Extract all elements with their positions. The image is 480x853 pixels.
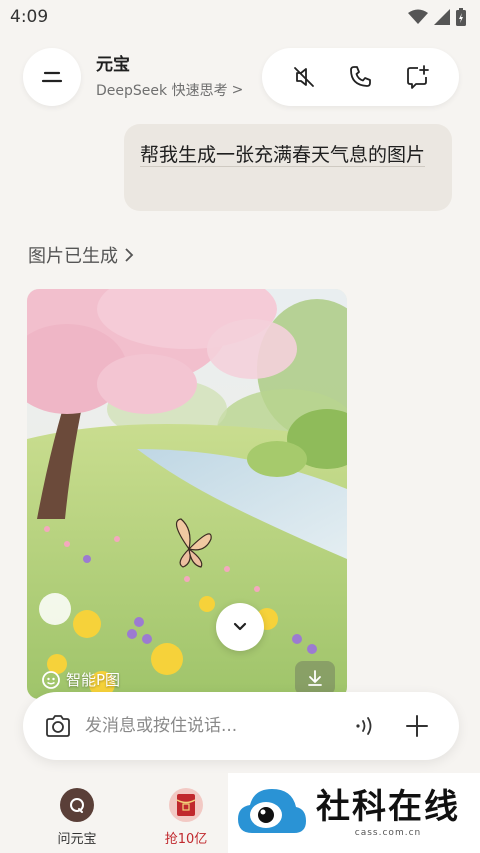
add-attachment-button[interactable] bbox=[401, 710, 433, 742]
new-chat-button[interactable] bbox=[401, 61, 433, 93]
message-input-bar bbox=[23, 692, 459, 760]
voice-wave-icon bbox=[356, 717, 372, 735]
red-envelope-icon bbox=[169, 788, 203, 822]
generated-label[interactable]: 图片已生成 bbox=[28, 242, 134, 268]
generated-image[interactable]: 智能P图 bbox=[27, 289, 347, 699]
camera-button[interactable] bbox=[41, 709, 75, 743]
signal-icon bbox=[434, 9, 450, 25]
assistant-name: 元宝 bbox=[96, 55, 130, 75]
download-icon bbox=[308, 670, 322, 686]
message-input[interactable] bbox=[85, 716, 335, 736]
smart-edit-badge[interactable]: 智能P图 bbox=[41, 669, 120, 690]
smart-edit-label: 智能P图 bbox=[66, 671, 121, 689]
user-message-text: 帮我生成一张充满春天气息的图片 bbox=[140, 144, 426, 167]
user-message-bubble[interactable]: 帮我生成一张充满春天气息的图片 bbox=[124, 124, 452, 211]
nav-item-grab-10b[interactable]: 抢10亿 bbox=[141, 788, 231, 847]
mute-button[interactable] bbox=[288, 61, 320, 93]
watermark-title: 社科在线 bbox=[316, 787, 460, 827]
plus-icon bbox=[406, 715, 428, 737]
spring-landscape-image bbox=[27, 289, 347, 699]
watermark: 社科在线 cass.com.cn bbox=[228, 773, 480, 853]
voice-button[interactable] bbox=[349, 710, 381, 742]
status-icons bbox=[408, 8, 466, 26]
chevron-right-icon bbox=[125, 248, 134, 262]
model-selector[interactable]: DeepSeek 快速思考 > bbox=[96, 80, 243, 100]
chevron-down-icon bbox=[233, 622, 247, 631]
status-time: 4:09 bbox=[10, 7, 49, 27]
watermark-subtitle: cass.com.cn bbox=[354, 828, 422, 838]
status-bar: 4:09 bbox=[0, 0, 480, 34]
watermark-text: 社科在线 cass.com.cn bbox=[316, 788, 460, 838]
menu-button[interactable] bbox=[23, 48, 81, 106]
smart-edit-icon bbox=[42, 670, 60, 689]
yuanbao-icon bbox=[60, 788, 94, 822]
call-button[interactable] bbox=[344, 61, 376, 93]
chat-header-info[interactable]: 元宝 DeepSeek 快速思考 > bbox=[96, 54, 243, 100]
generated-label-text: 图片已生成 bbox=[28, 246, 118, 267]
scroll-to-bottom-button[interactable] bbox=[216, 603, 264, 651]
header-actions bbox=[262, 48, 459, 106]
chevron-right-icon: > bbox=[231, 82, 244, 98]
camera-icon bbox=[46, 715, 70, 737]
battery-icon bbox=[456, 8, 466, 26]
cloud-eye-logo-icon bbox=[238, 789, 306, 833]
nav-item-label: 问元宝 bbox=[57, 832, 97, 847]
wifi-icon bbox=[408, 9, 428, 24]
download-button[interactable] bbox=[295, 661, 335, 695]
model-name: DeepSeek 快速思考 bbox=[96, 83, 228, 99]
new-chat-icon bbox=[406, 65, 429, 89]
phone-icon bbox=[350, 66, 372, 87]
speaker-muted-icon bbox=[294, 67, 315, 87]
nav-item-ask-yuanbao[interactable]: 问元宝 bbox=[32, 788, 122, 847]
menu-icon bbox=[41, 71, 63, 83]
nav-item-label: 抢10亿 bbox=[164, 832, 208, 847]
